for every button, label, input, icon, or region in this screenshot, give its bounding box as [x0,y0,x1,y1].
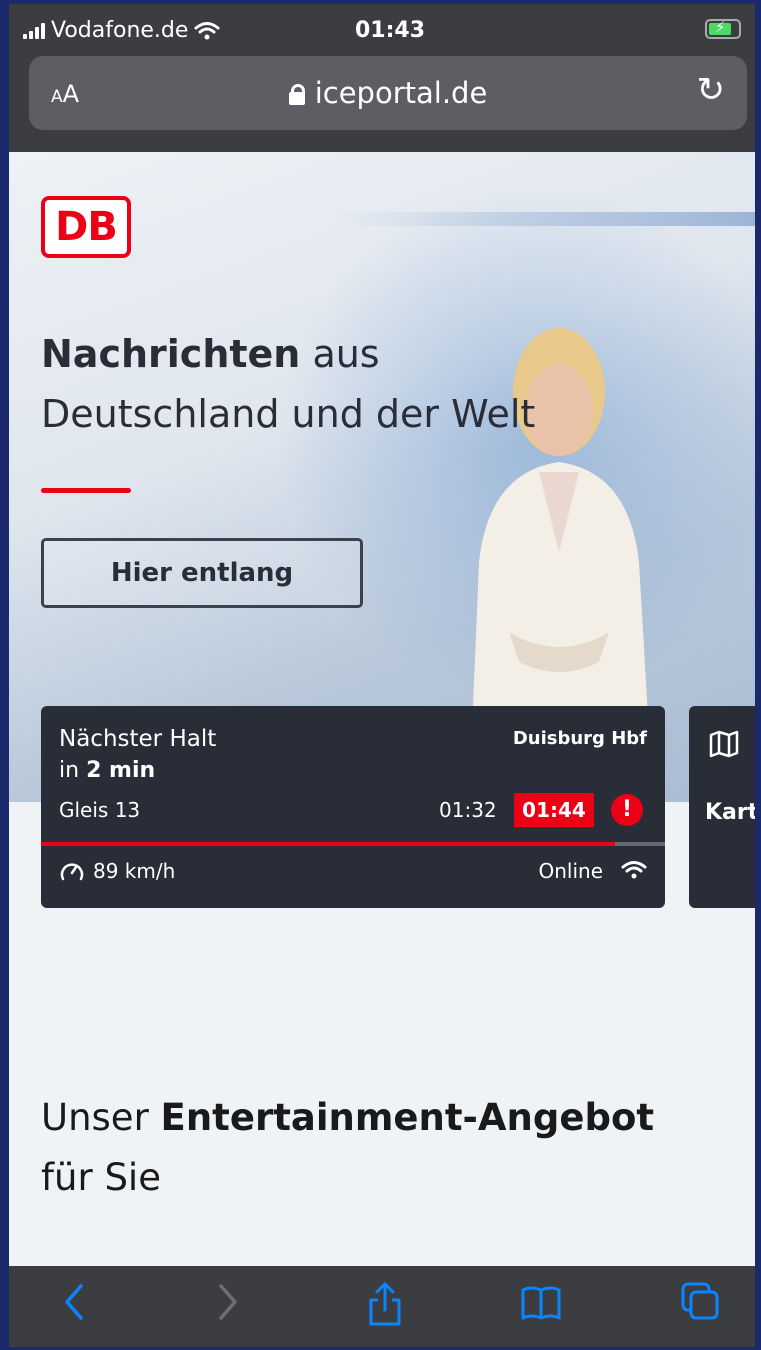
hier-entlang-button[interactable]: Hier entlang [41,538,363,608]
clock: 01:43 [355,18,426,43]
actual-time: 01:44 [514,793,594,827]
speedometer-icon [60,863,84,881]
carrier-info: Vodafone.de [23,18,220,43]
map-icon [709,730,739,758]
hero-light-band [335,212,755,226]
hero-headline: Nachrichten aus Deutschland und der Welt [41,324,535,444]
headline-line2: Deutschland und der Welt [41,392,536,436]
reload-icon[interactable]: ↻ [697,70,726,110]
scheduled-time: 01:32 [439,798,497,822]
browser-frame: Vodafone.de 01:43 ⚡ AA iceportal.de ↻ DB… [9,4,755,1347]
eta: in 2 min [59,758,156,783]
wifi-status-icon [194,21,220,39]
delay-alert-icon[interactable]: ! [611,794,643,826]
tabs-icon[interactable] [679,1280,723,1324]
headline-bold: Nachrichten [41,332,301,376]
address-bar[interactable]: AA iceportal.de ↻ [29,56,747,130]
signal-icon [23,22,45,39]
wifi-icon [621,861,647,879]
back-icon[interactable] [59,1280,89,1324]
connection-status: Online [538,859,603,883]
share-icon[interactable] [365,1280,405,1328]
battery-icon: ⚡ [705,18,741,39]
map-card-label: Kart [705,800,755,825]
carrier-name: Vodafone.de [51,18,189,43]
url-display[interactable]: iceportal.de [29,76,747,110]
status-bar: Vodafone.de 01:43 ⚡ [9,4,755,56]
next-stop-label: Nächster Halt [59,726,217,752]
lock-icon [288,84,305,105]
map-card[interactable]: Kart [689,706,755,908]
next-stop-card[interactable]: Nächster Halt Duisburg Hbf in 2 min Glei… [41,706,665,908]
next-station: Duisburg Hbf [512,728,647,749]
forward-icon[interactable] [213,1280,243,1324]
progress-fill [41,842,616,846]
browser-toolbar [9,1266,755,1347]
address-area: AA iceportal.de ↻ [9,56,755,152]
journey-progress [41,842,665,846]
url-text: iceportal.de [314,76,488,110]
entertainment-section-title: Unser Entertainment-Angebot für Sie [41,1096,655,1199]
bookmarks-icon[interactable] [519,1280,563,1324]
platform: Gleis 13 [59,798,141,822]
accent-line [41,488,131,493]
speed: 89 km/h [93,859,176,883]
db-logo[interactable]: DB [41,196,131,258]
headline-rest: aus [300,332,380,376]
hero-banner: DB Nachrichten aus Deutschland und der W… [9,152,755,802]
